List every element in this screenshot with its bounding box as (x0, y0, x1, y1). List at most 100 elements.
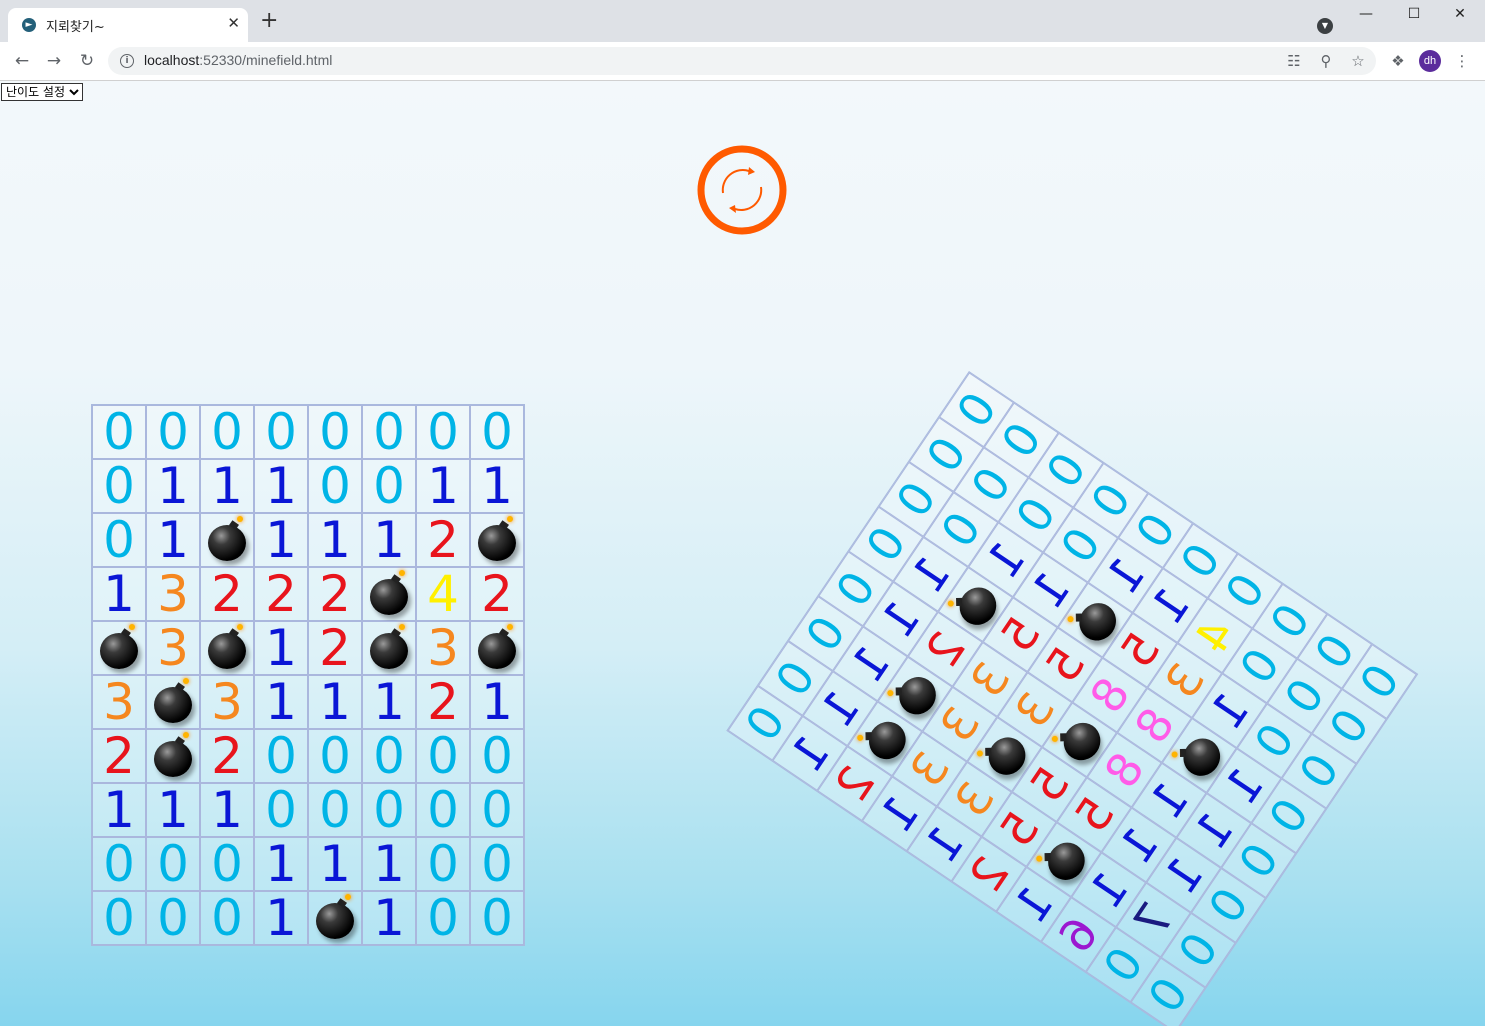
mine-cell[interactable]: 0 (146, 891, 200, 945)
mine-cell[interactable]: 0 (470, 729, 524, 783)
mine-cell[interactable] (146, 675, 200, 729)
address-bar[interactable]: i localhost:52330/minefield.html ☷ ⚲ ☆ (108, 47, 1376, 75)
mine-cell[interactable]: 0 (92, 459, 146, 513)
mine-cell[interactable]: 1 (308, 837, 362, 891)
mine-cell[interactable]: 1 (146, 513, 200, 567)
mine-cell[interactable]: 0 (470, 837, 524, 891)
mine-cell[interactable]: 1 (362, 513, 416, 567)
mine-cell[interactable]: 0 (362, 729, 416, 783)
mine-cell[interactable]: 1 (200, 783, 254, 837)
mine-cell[interactable]: 0 (146, 837, 200, 891)
mine-cell[interactable]: 1 (92, 567, 146, 621)
mine-cell[interactable]: 2 (470, 567, 524, 621)
mine-cell[interactable]: 0 (308, 459, 362, 513)
mine-cell[interactable]: 0 (416, 729, 470, 783)
mine-cell[interactable]: 0 (200, 837, 254, 891)
mine-cell[interactable]: 2 (200, 567, 254, 621)
reset-game-button[interactable] (697, 145, 787, 235)
mine-cell[interactable]: 3 (146, 567, 200, 621)
mine-cell[interactable]: 0 (200, 891, 254, 945)
profile-avatar[interactable]: dh (1419, 50, 1441, 72)
mine-cell[interactable] (308, 891, 362, 945)
reload-icon[interactable]: ↻ (76, 50, 98, 72)
mine-cell[interactable]: 1 (92, 783, 146, 837)
mine-cell[interactable]: 2 (254, 567, 308, 621)
mine-cell[interactable]: 1 (254, 459, 308, 513)
zoom-icon[interactable]: ⚲ (1316, 51, 1336, 71)
back-arrow-icon[interactable]: ← (11, 50, 33, 72)
mine-cell[interactable]: 1 (254, 837, 308, 891)
browser-menu-icon[interactable]: ⋮ (1451, 50, 1473, 72)
mine-cell[interactable]: 1 (362, 891, 416, 945)
mine-cell[interactable]: 2 (200, 729, 254, 783)
mine-cell[interactable]: 0 (92, 405, 146, 459)
mine-cell[interactable]: 2 (416, 675, 470, 729)
mine-cell[interactable]: 1 (362, 675, 416, 729)
mine-cell[interactable]: 0 (308, 783, 362, 837)
mine-cell[interactable]: 1 (308, 675, 362, 729)
mine-cell[interactable]: 1 (200, 459, 254, 513)
mine-cell[interactable] (146, 729, 200, 783)
mine-cell[interactable]: 1 (146, 783, 200, 837)
mine-cell[interactable]: 0 (92, 837, 146, 891)
mine-cell[interactable]: 0 (92, 513, 146, 567)
mine-cell[interactable]: 0 (416, 837, 470, 891)
mine-cell[interactable]: 3 (92, 675, 146, 729)
difficulty-select[interactable]: 난이도 설정 (1, 83, 83, 101)
tab-search-icon[interactable]: ▼ (1317, 18, 1333, 34)
mine-cell[interactable]: 1 (254, 513, 308, 567)
mine-cell[interactable]: 3 (146, 621, 200, 675)
browser-tab[interactable]: ► 지뢰찾기~ ✕ (8, 8, 248, 42)
mine-cell[interactable]: 0 (416, 405, 470, 459)
mine-cell[interactable] (362, 567, 416, 621)
mine-cell[interactable] (470, 621, 524, 675)
mine-cell[interactable]: 0 (146, 405, 200, 459)
mine-cell[interactable]: 0 (92, 891, 146, 945)
mine-cell[interactable]: 0 (362, 783, 416, 837)
mine-cell[interactable]: 3 (416, 621, 470, 675)
mine-cell[interactable]: 0 (416, 891, 470, 945)
site-info-icon[interactable]: i (120, 54, 134, 68)
mine-cell[interactable]: 1 (362, 837, 416, 891)
mine-cell[interactable] (200, 513, 254, 567)
mine-cell[interactable]: 1 (254, 891, 308, 945)
mine-cell[interactable]: 0 (254, 405, 308, 459)
mine-cell[interactable]: 3 (200, 675, 254, 729)
mine-cell[interactable]: 1 (416, 459, 470, 513)
mine-cell[interactable]: 0 (254, 783, 308, 837)
mine-cell[interactable]: 0 (308, 405, 362, 459)
mine-cell[interactable]: 0 (362, 405, 416, 459)
mine-cell[interactable]: 0 (362, 459, 416, 513)
maximize-button[interactable]: ☐ (1394, 6, 1434, 26)
mine-cell[interactable]: 0 (470, 783, 524, 837)
translate-icon[interactable]: ☷ (1284, 51, 1304, 71)
mine-cell[interactable]: 2 (416, 513, 470, 567)
extensions-puzzle-icon[interactable]: ❖ (1387, 50, 1409, 72)
bookmark-star-icon[interactable]: ☆ (1348, 51, 1368, 71)
mine-cell[interactable]: 1 (254, 675, 308, 729)
mine-cell[interactable]: 0 (308, 729, 362, 783)
mine-cell[interactable]: 0 (254, 729, 308, 783)
mine-cell[interactable]: 2 (92, 729, 146, 783)
mine-cell[interactable]: 4 (416, 567, 470, 621)
mine-cell[interactable]: 1 (308, 513, 362, 567)
mine-cell[interactable] (200, 621, 254, 675)
tab-close-icon[interactable]: ✕ (227, 14, 240, 32)
mine-cell[interactable]: 0 (470, 891, 524, 945)
mine-cell[interactable]: 2 (308, 567, 362, 621)
mine-cell[interactable]: 1 (254, 621, 308, 675)
mine-cell[interactable]: 0 (416, 783, 470, 837)
forward-arrow-icon[interactable]: → (43, 50, 65, 72)
mine-cell[interactable] (470, 513, 524, 567)
mine-cell[interactable]: 1 (470, 675, 524, 729)
mine-cell[interactable]: 1 (470, 459, 524, 513)
mine-cell[interactable]: 2 (308, 621, 362, 675)
mine-cell[interactable]: 1 (146, 459, 200, 513)
new-tab-button[interactable]: + (260, 10, 278, 32)
mine-cell[interactable] (362, 621, 416, 675)
mine-cell[interactable] (92, 621, 146, 675)
mine-cell[interactable]: 0 (200, 405, 254, 459)
minimize-button[interactable]: — (1346, 6, 1386, 26)
close-window-button[interactable]: ✕ (1440, 6, 1480, 26)
url-text[interactable]: localhost:52330/minefield.html (144, 52, 332, 68)
